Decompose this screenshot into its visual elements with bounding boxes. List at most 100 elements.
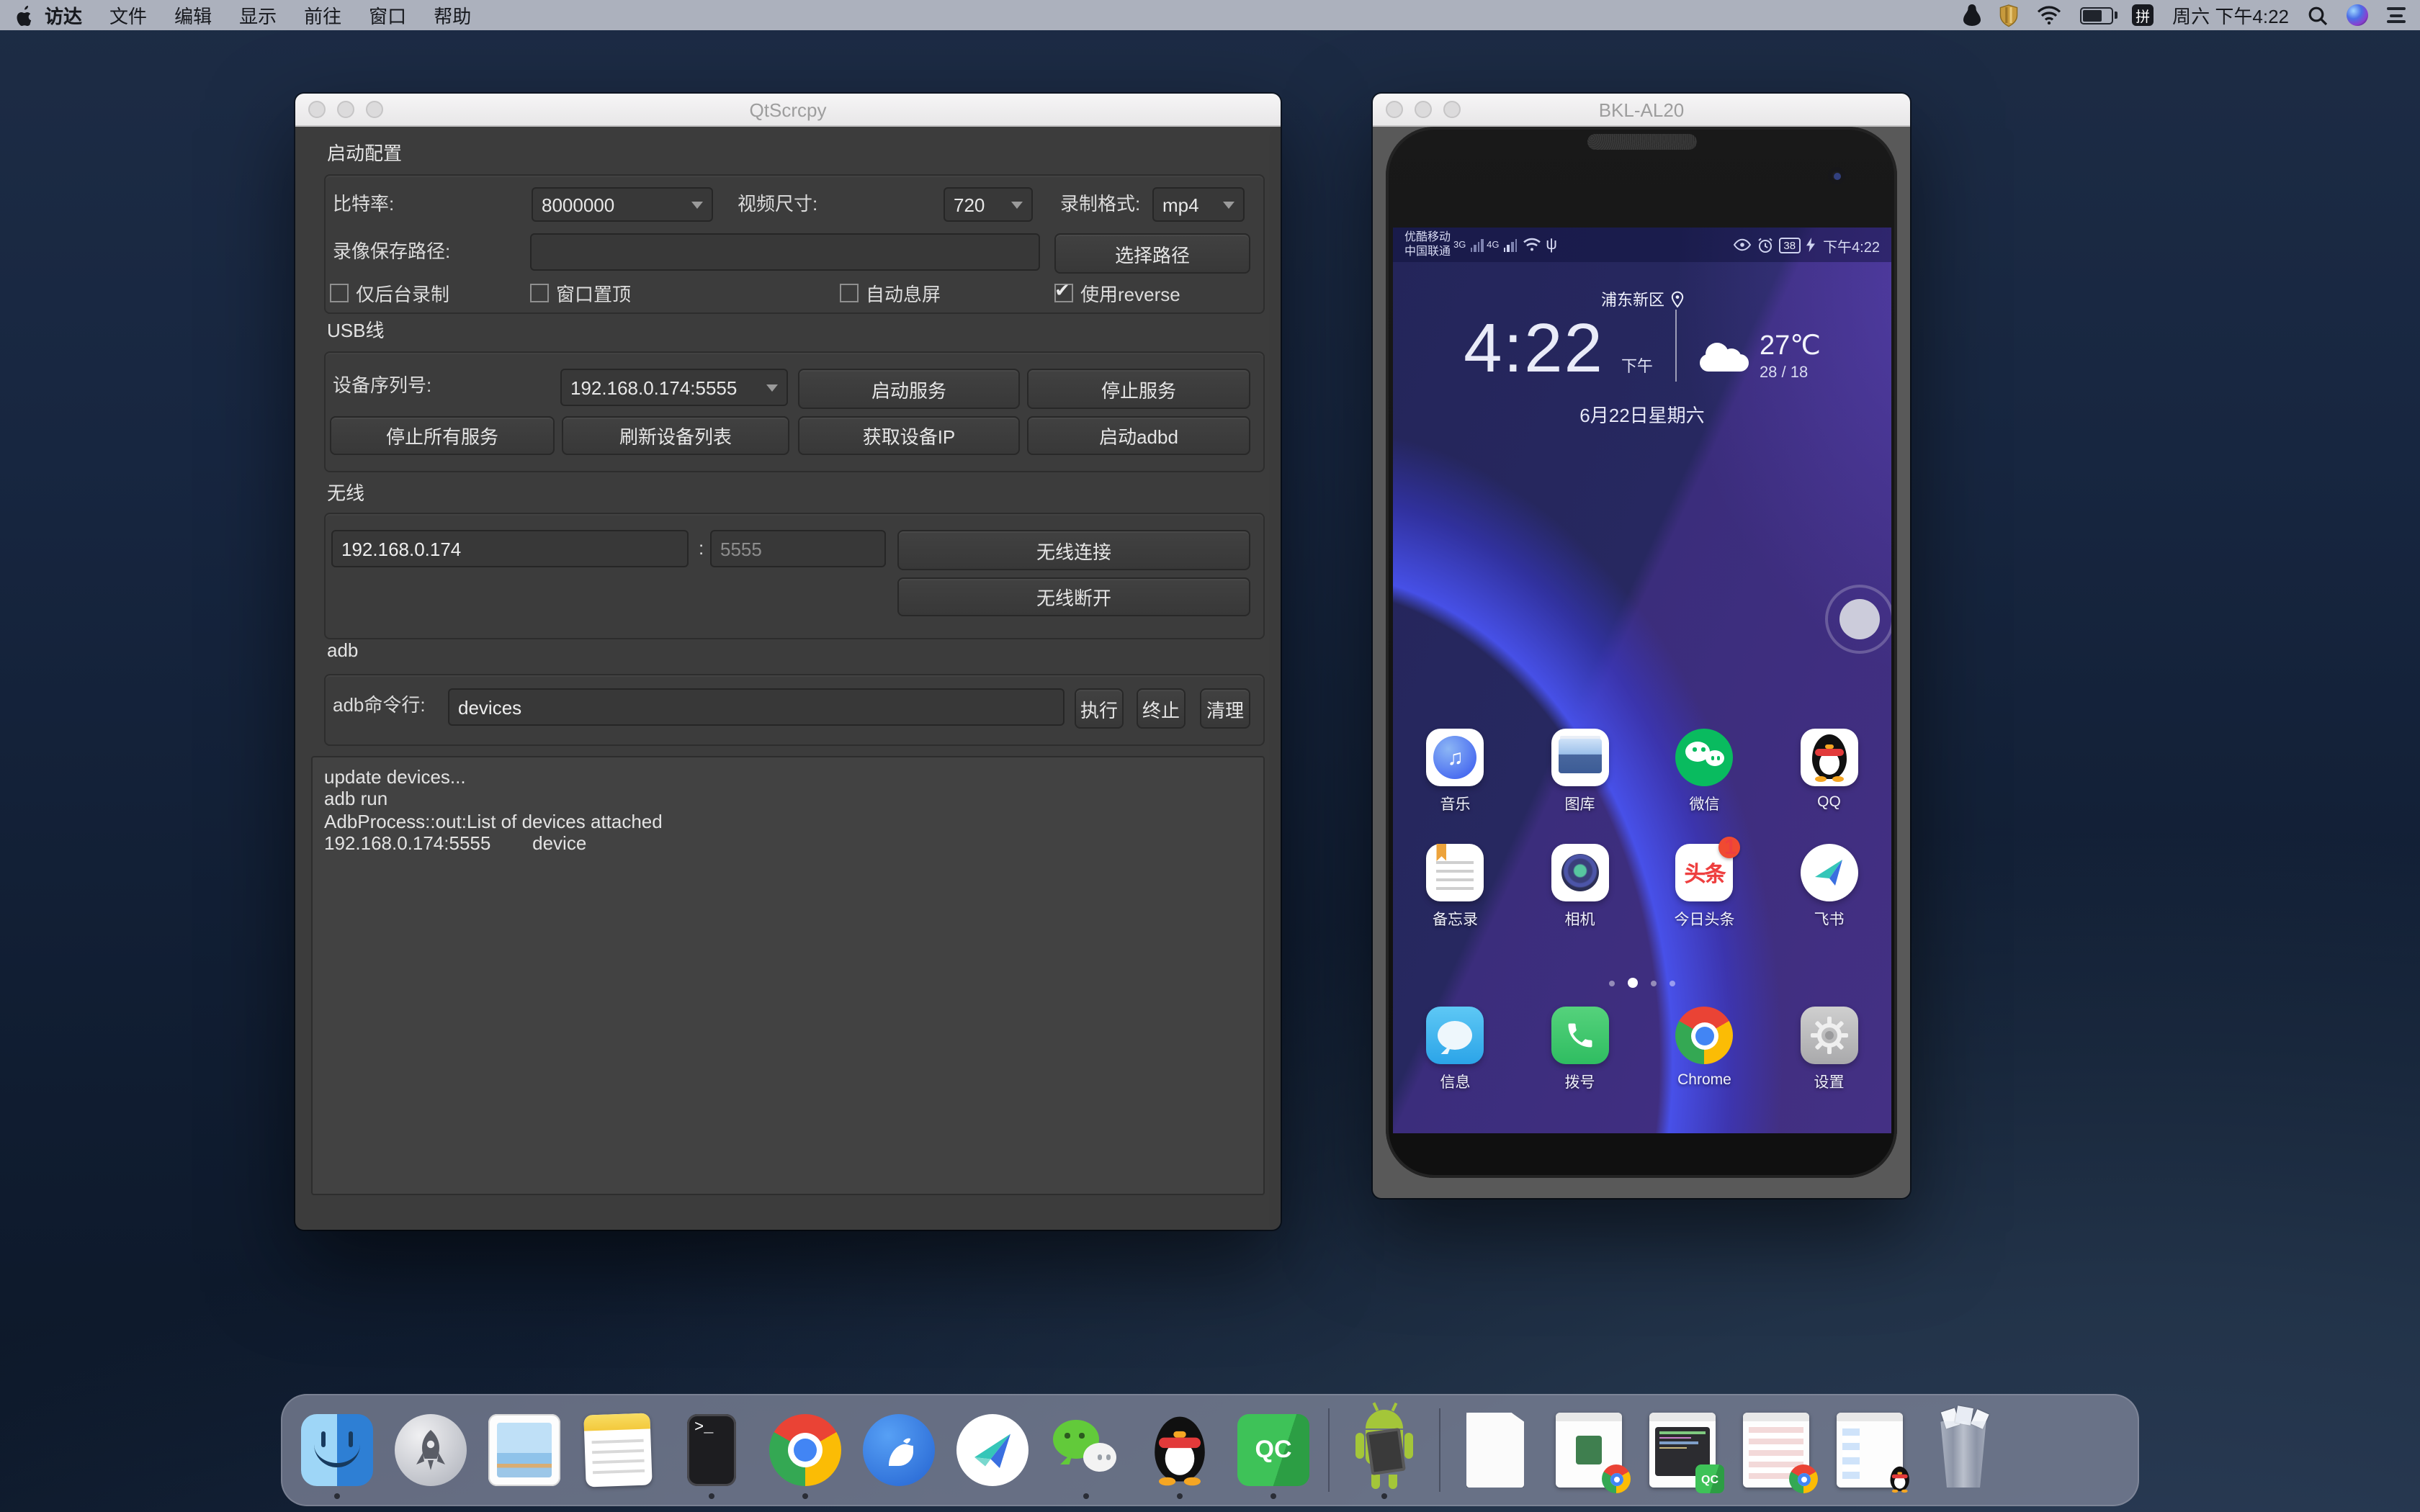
record-path-input[interactable] (530, 233, 1040, 271)
device-serial-combobox[interactable]: 192.168.0.174:5555 (560, 369, 788, 406)
dock-trash-icon[interactable] (1924, 1405, 2002, 1495)
wireless-connect-button[interactable]: 无线连接 (897, 530, 1250, 570)
wireless-port-input[interactable] (710, 530, 886, 567)
zoom-button[interactable] (1443, 101, 1461, 118)
dock-paper-plane-app-icon[interactable] (954, 1405, 1031, 1495)
dock-chrome-icon[interactable] (766, 1405, 844, 1495)
location-pin-icon (1670, 288, 1683, 311)
notification-center-icon[interactable] (2387, 4, 2406, 27)
dialer-icon (1551, 1007, 1609, 1064)
app-feishu[interactable]: 飞书 (1767, 844, 1891, 930)
wireless-ip-input[interactable] (331, 530, 689, 567)
app-notes[interactable]: 备忘录 (1393, 844, 1518, 930)
choose-path-button[interactable]: 选择路径 (1054, 233, 1250, 274)
menu-finder[interactable]: 访达 (45, 1, 82, 29)
input-method-icon[interactable]: 拼 (2132, 4, 2154, 26)
dock-minimized-chrome-window[interactable] (1550, 1405, 1628, 1495)
bitrate-combobox[interactable]: 8000000 (532, 187, 713, 222)
menu-bar: 访达 文件 编辑 显示 前往 窗口 帮助 拼 周六 下午4:22 (0, 0, 2420, 30)
gallery-icon (1551, 729, 1609, 786)
clock-widget[interactable]: 4:22 下午 27℃ 28 / 18 (1393, 310, 1891, 384)
refresh-device-list-button[interactable]: 刷新设备列表 (562, 416, 789, 455)
adb-command-input[interactable] (448, 688, 1065, 726)
start-service-button[interactable]: 启动服务 (798, 369, 1020, 409)
checkbox-box (330, 284, 349, 302)
dock-mail-icon[interactable] (485, 1405, 563, 1495)
app-label: 设置 (1814, 1071, 1845, 1093)
minimize-button[interactable] (337, 101, 354, 118)
app-music[interactable]: ♫ 音乐 (1393, 729, 1518, 815)
video-size-combobox[interactable]: 720 (944, 187, 1033, 222)
record-path-label: 录像保存路径: (333, 236, 450, 268)
stop-service-button[interactable]: 停止服务 (1027, 369, 1250, 409)
dock-minimized-qt-creator-window[interactable]: QC (1644, 1405, 1721, 1495)
dock-minimized-document[interactable] (1456, 1405, 1534, 1495)
battery-status-icon[interactable] (2080, 6, 2113, 24)
dock-scrcpy-android-icon[interactable] (1345, 1405, 1423, 1495)
menu-bar-clock[interactable]: 周六 下午4:22 (2172, 1, 2289, 29)
wifi-status-icon[interactable] (2037, 4, 2061, 27)
window-controls (1386, 101, 1461, 118)
apple-menu-icon[interactable] (14, 4, 33, 27)
close-button[interactable] (1386, 101, 1403, 118)
menu-file[interactable]: 文件 (109, 1, 147, 29)
menu-view[interactable]: 显示 (239, 1, 277, 29)
adb-stop-button[interactable]: 终止 (1137, 688, 1186, 729)
assistive-touch-ball[interactable] (1825, 585, 1891, 654)
dock-qt-creator-icon[interactable]: QC (1234, 1405, 1312, 1495)
record-format-combobox[interactable]: mp4 (1152, 187, 1245, 222)
app-wechat[interactable]: 微信 (1642, 729, 1767, 815)
dock-finder-icon[interactable] (298, 1405, 376, 1495)
app-gallery[interactable]: 图库 (1518, 729, 1642, 815)
adb-run-button[interactable]: 执行 (1075, 688, 1124, 729)
charging-icon (1806, 233, 1814, 256)
stop-all-services-button[interactable]: 停止所有服务 (330, 416, 555, 455)
menu-bar-status-area: 拼 周六 下午4:22 (1963, 1, 2406, 29)
app-label: 备忘录 (1433, 909, 1478, 930)
checkbox-window-on-top[interactable]: 窗口置顶 (530, 279, 631, 307)
dock-sea-lion-app-icon[interactable] (860, 1405, 938, 1495)
messages-icon (1427, 1007, 1484, 1064)
phone-window-titlebar[interactable]: BKL-AL20 (1373, 94, 1910, 127)
adb-clear-button[interactable]: 清理 (1200, 688, 1250, 729)
spotlight-search-icon[interactable] (2308, 4, 2328, 27)
temperature: 27℃ (1760, 333, 1821, 360)
high-low-temps: 28 / 18 (1760, 364, 1821, 382)
app-qq[interactable]: QQ (1767, 729, 1891, 815)
qtscrcpy-titlebar[interactable]: QtScrcpy (295, 94, 1281, 127)
app-camera[interactable]: 相机 (1518, 844, 1642, 930)
menu-go[interactable]: 前往 (304, 1, 341, 29)
dock-notes-icon[interactable] (579, 1405, 657, 1495)
dock-launchpad-icon[interactable] (392, 1405, 470, 1495)
qq-penguin-status-icon[interactable] (1963, 4, 1981, 27)
app-toutiao[interactable]: 头条 1 今日头条 (1642, 844, 1767, 930)
siri-icon[interactable] (2347, 4, 2368, 26)
dock-minimized-qq-window[interactable] (1831, 1405, 1909, 1495)
dock-wechat-icon[interactable] (1047, 1405, 1125, 1495)
menu-help[interactable]: 帮助 (434, 1, 471, 29)
menu-edit[interactable]: 编辑 (174, 1, 212, 29)
app-settings[interactable]: 设置 (1767, 1007, 1891, 1093)
minimize-button[interactable] (1415, 101, 1432, 118)
app-messages[interactable]: 信息 (1393, 1007, 1518, 1093)
checkbox-background-record[interactable]: 仅后台录制 (330, 279, 449, 307)
dock-qq-icon[interactable] (1141, 1405, 1219, 1495)
close-button[interactable] (308, 101, 326, 118)
wireless-disconnect-button[interactable]: 无线断开 (897, 577, 1250, 616)
checkbox-auto-screen-off[interactable]: 自动息屏 (840, 279, 941, 307)
shield-status-icon[interactable] (1999, 4, 2018, 27)
start-adbd-button[interactable]: 启动adbd (1027, 416, 1250, 455)
app-chrome[interactable]: Chrome (1642, 1007, 1767, 1093)
dock-terminal-icon[interactable]: >_ (673, 1405, 750, 1495)
adb-section-heading: adb (327, 639, 358, 661)
weather-location[interactable]: 浦东新区 (1393, 288, 1891, 311)
get-device-ip-button[interactable]: 获取设备IP (798, 416, 1020, 455)
adb-log-output[interactable]: update devices... adb run AdbProcess::ou… (311, 756, 1265, 1195)
menu-window[interactable]: 窗口 (369, 1, 406, 29)
zoom-button[interactable] (366, 101, 383, 118)
dock-minimized-browser-window[interactable] (1737, 1405, 1815, 1495)
app-label: Chrome (1677, 1071, 1731, 1089)
checkbox-use-reverse[interactable]: 使用reverse (1054, 279, 1180, 307)
phone-screen[interactable]: 优酷移动 中国联通 3G 4G ψ (1393, 228, 1891, 1133)
app-dialer[interactable]: 拨号 (1518, 1007, 1642, 1093)
